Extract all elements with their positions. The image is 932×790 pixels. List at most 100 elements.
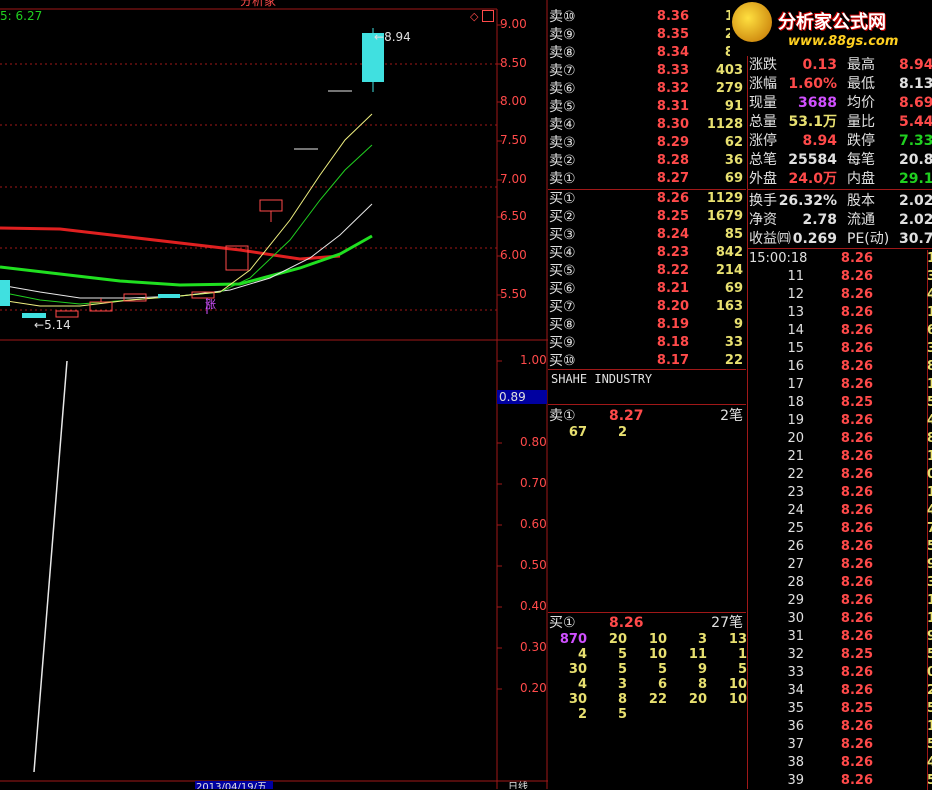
tick-row[interactable]: 12 8.26 4 bbox=[749, 286, 932, 304]
level-price: 8.22 bbox=[656, 263, 689, 278]
stat-value: 3688 bbox=[798, 95, 837, 111]
level-price: 8.32 bbox=[656, 81, 689, 96]
level-volume: 1679 bbox=[706, 209, 743, 224]
stat-key: 收益㈣ bbox=[749, 231, 791, 247]
tick-volume: 3 bbox=[927, 574, 932, 592]
tick-row[interactable]: 37 8.26 5 bbox=[749, 736, 932, 754]
queue-order: 10 bbox=[648, 632, 667, 647]
tick-price: 8.26 bbox=[840, 593, 873, 608]
level-name: 卖⑧ bbox=[549, 45, 576, 61]
stat-row: 总笔 25584 每笔 20.8 bbox=[749, 151, 932, 170]
tick-row[interactable]: 28 8.26 3 bbox=[749, 574, 932, 592]
sell-level-row[interactable]: 卖⑩8.3618 bbox=[549, 8, 747, 26]
tick-list[interactable]: 15:00:188.2610118.263128.264138.261148.2… bbox=[749, 250, 932, 790]
tick-row[interactable]: 20 8.26 80 bbox=[749, 430, 932, 448]
level-name: 卖⑦ bbox=[549, 63, 576, 79]
sell-level-row[interactable]: 卖⑤ 8.31 91 bbox=[549, 98, 747, 116]
diamond-icon[interactable]: ◇ bbox=[470, 10, 478, 23]
sell-level-row[interactable]: 卖② 8.28 36 bbox=[549, 152, 747, 170]
tick-row[interactable]: 15:00:18 8.26 10 bbox=[749, 250, 932, 268]
tick-row[interactable]: 15 8.26 30 bbox=[749, 340, 932, 358]
sell-level-row[interactable]: 卖① 8.27 69 bbox=[549, 170, 747, 188]
tick-row[interactable]: 29 8.26 11 bbox=[749, 592, 932, 610]
tick-row[interactable]: 31 8.26 9 bbox=[749, 628, 932, 646]
buy-level-row[interactable]: 买② 8.25 1679 bbox=[549, 208, 747, 226]
level-volume: 279 bbox=[715, 81, 743, 96]
tick-row[interactable]: 13 8.26 1 bbox=[749, 304, 932, 322]
tick-volume: 5 bbox=[927, 646, 932, 664]
queue-row: 870 20 10 3 13 bbox=[549, 632, 747, 647]
stat-row: 外盘 24.0万内盘 29.1万 bbox=[749, 170, 932, 189]
level-name: 买③ bbox=[549, 227, 576, 243]
queue-order: 22 bbox=[648, 692, 667, 707]
level-price: 8.31 bbox=[656, 99, 689, 114]
level-volume: 91 bbox=[724, 99, 743, 114]
sell-level-row[interactable]: 卖④ 8.30 1128 bbox=[549, 116, 747, 134]
level-price: 8.33 bbox=[656, 63, 689, 78]
buy-level-row[interactable]: 买⑥ 8.21 69 bbox=[549, 280, 747, 298]
tick-row[interactable]: 19 8.26 49 bbox=[749, 412, 932, 430]
tick-row[interactable]: 38 8.26 4 bbox=[749, 754, 932, 772]
tick-row[interactable]: 30 8.26 10 bbox=[749, 610, 932, 628]
tick-row[interactable]: 35 8.25 5 bbox=[749, 700, 932, 718]
tick-row[interactable]: 16 8.26 8 bbox=[749, 358, 932, 376]
level-volume: 36 bbox=[724, 153, 743, 168]
stat-value: 2.02亿 bbox=[899, 193, 932, 209]
sell-level-row[interactable]: 卖③ 8.29 62 bbox=[549, 134, 747, 152]
buy-level-row[interactable]: 买⑨ 8.18 33 bbox=[549, 334, 747, 352]
tick-row[interactable]: 25 8.26 7 bbox=[749, 520, 932, 538]
tick-row[interactable]: 36 8.26 10 bbox=[749, 718, 932, 736]
buy-level-row[interactable]: 买⑤ 8.22 214 bbox=[549, 262, 747, 280]
level-name: 买⑩ bbox=[549, 353, 576, 369]
tick-time: 38 bbox=[787, 755, 804, 770]
level-name: 买⑧ bbox=[549, 317, 576, 333]
buy-level-row[interactable]: 买⑧ 8.19 9 bbox=[549, 316, 747, 334]
buy-level-row[interactable]: 买① 8.26 1129 bbox=[549, 190, 747, 208]
queue-row: 30 8 22 20 10 bbox=[549, 692, 747, 707]
buy-level-row[interactable]: 买⑦ 8.20 163 bbox=[549, 298, 747, 316]
tick-row[interactable]: 33 8.26 0 bbox=[749, 664, 932, 682]
sell-level-row[interactable]: 卖⑥ 8.32 279 bbox=[549, 80, 747, 98]
tick-row[interactable]: 27 8.26 99 bbox=[749, 556, 932, 574]
level-name: 买⑦ bbox=[549, 299, 576, 315]
kline-chart[interactable] bbox=[0, 0, 548, 789]
tick-time: 39 bbox=[787, 773, 804, 788]
stat-row: 净资 2.78 流通 2.02亿 bbox=[749, 211, 932, 230]
stat-value: 20.8 bbox=[899, 152, 932, 168]
tick-row[interactable]: 22 8.26 0 bbox=[749, 466, 932, 484]
buy-level-row[interactable]: 买⑩ 8.17 22 bbox=[549, 352, 747, 370]
tick-row[interactable]: 18 8.25 5 bbox=[749, 394, 932, 412]
queue-order: 2 bbox=[617, 425, 627, 440]
tick-volume: 4 bbox=[927, 286, 932, 304]
sell-level-row[interactable]: 卖⑧8.3480 bbox=[549, 44, 747, 62]
window-restore-icon[interactable] bbox=[482, 10, 494, 22]
buy-level-row[interactable]: 买③ 8.24 85 bbox=[549, 226, 747, 244]
tick-volume: 99 bbox=[927, 556, 932, 574]
tick-row[interactable]: 24 8.26 4 bbox=[749, 502, 932, 520]
tick-row[interactable]: 11 8.26 3 bbox=[749, 268, 932, 286]
tick-row[interactable]: 26 8.26 5 bbox=[749, 538, 932, 556]
kline-chart-area[interactable]: 5: 6.27 分析家 ◇ 9.00 8.50 8.00 7.50 7.00 6… bbox=[0, 0, 548, 789]
buy-queue-name: 买① bbox=[549, 615, 576, 631]
tick-row[interactable]: 39 8.26 5 bbox=[749, 772, 932, 790]
tick-volume: 5 bbox=[927, 538, 932, 556]
tick-price: 8.26 bbox=[840, 611, 873, 626]
tick-row[interactable]: 21 8.26 1 bbox=[749, 448, 932, 466]
tick-row[interactable]: 23 8.26 19 bbox=[749, 484, 932, 502]
ma-label: 5: 6.27 bbox=[0, 9, 43, 23]
sell-level-row[interactable]: 卖⑨8.3524 bbox=[549, 26, 747, 44]
buy-level-row[interactable]: 买④ 8.23 842 bbox=[549, 244, 747, 262]
queue-row: 4 3 6 8 10 bbox=[549, 677, 747, 692]
period-label[interactable]: 日线 bbox=[508, 778, 528, 789]
tick-row[interactable]: 32 8.25 5 bbox=[749, 646, 932, 664]
tick-row[interactable]: 14 8.26 6 bbox=[749, 322, 932, 340]
tick-time: 23 bbox=[787, 485, 804, 500]
stat-value: 2.78 bbox=[802, 212, 837, 228]
tick-time: 37 bbox=[787, 737, 804, 752]
queue-order: 11 bbox=[688, 647, 707, 662]
level-name: 买⑨ bbox=[549, 335, 576, 351]
tick-row[interactable]: 34 8.26 27 bbox=[749, 682, 932, 700]
tick-time: 25 bbox=[787, 521, 804, 536]
sell-level-row[interactable]: 卖⑦ 8.33 403 bbox=[549, 62, 747, 80]
tick-row[interactable]: 17 8.26 1 bbox=[749, 376, 932, 394]
